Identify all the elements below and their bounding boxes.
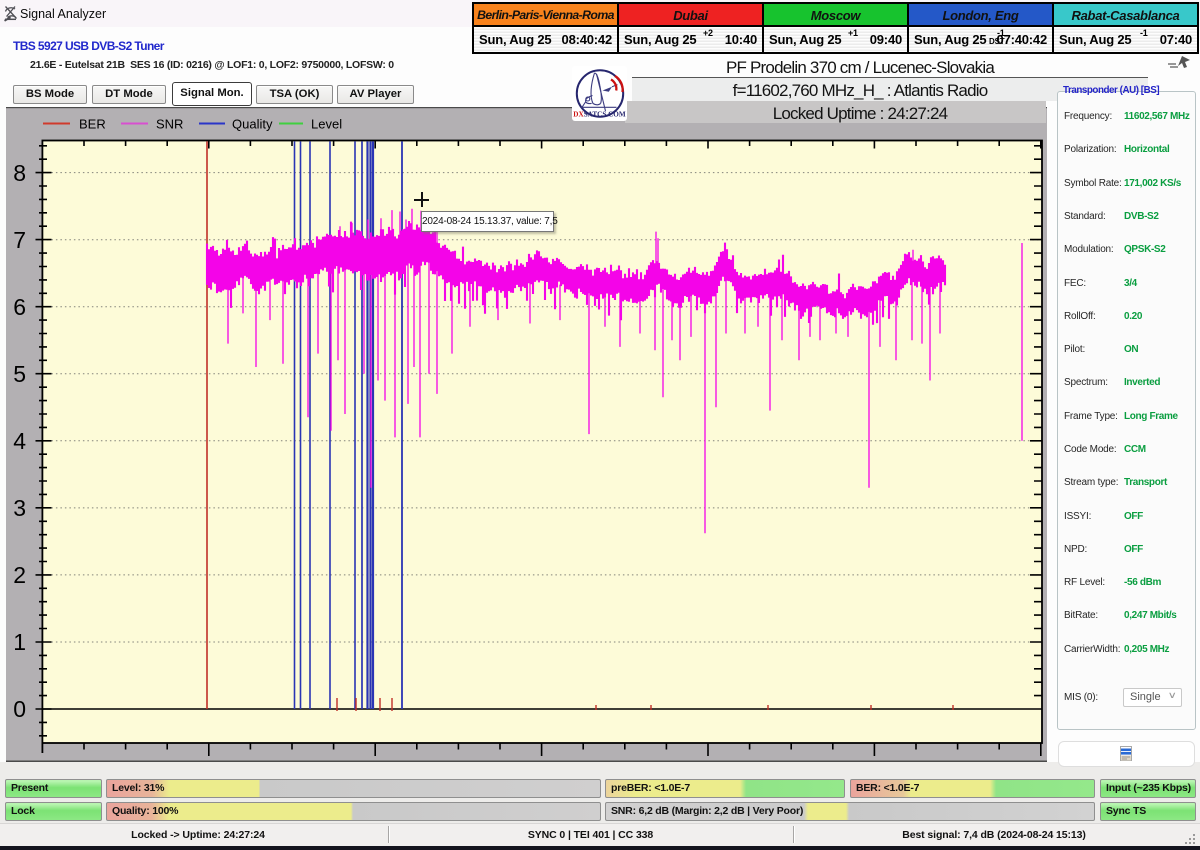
- svg-text:SNR: SNR: [156, 117, 183, 132]
- svg-text:7: 7: [13, 227, 26, 253]
- svg-text:5: 5: [13, 361, 26, 387]
- svg-text:2: 2: [13, 562, 26, 588]
- svg-text:1: 1: [13, 629, 26, 655]
- svg-text:DXSATCS.COM: DXSATCS.COM: [573, 111, 626, 119]
- svg-text:0: 0: [13, 696, 26, 722]
- svg-text:3: 3: [13, 495, 26, 521]
- svg-text:6: 6: [13, 294, 26, 320]
- svg-text:Quality: Quality: [232, 117, 273, 132]
- svg-text:BER: BER: [79, 117, 106, 132]
- svg-text:8: 8: [13, 160, 26, 186]
- svg-text:Level: Level: [311, 117, 342, 132]
- svg-text:4: 4: [13, 428, 26, 454]
